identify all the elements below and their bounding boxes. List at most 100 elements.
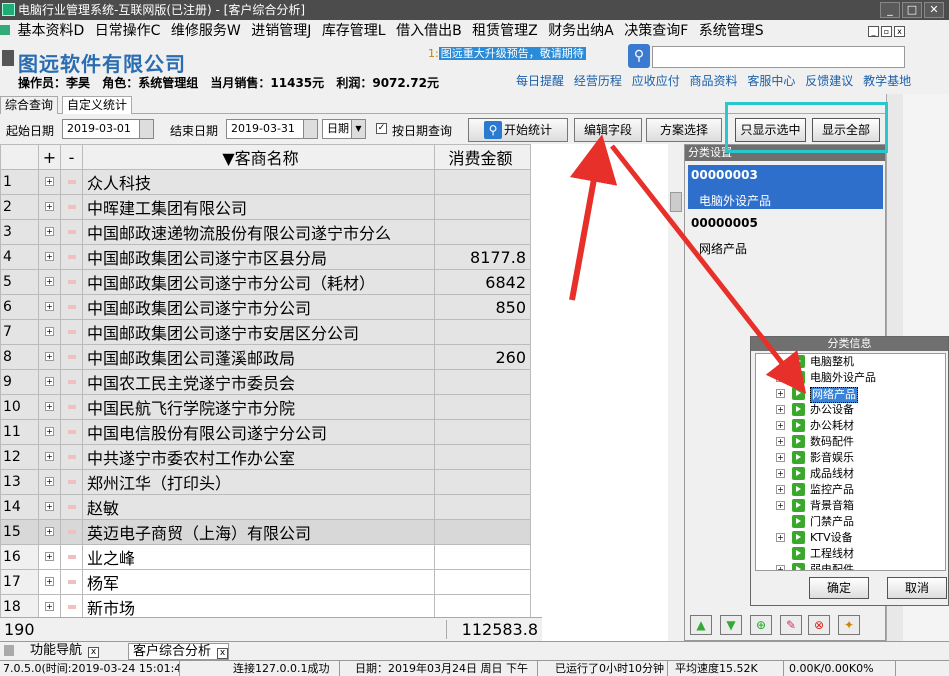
table-row[interactable]: 6 + 中国邮政集团公司遂宁市分公司 850 [0, 294, 531, 320]
row-number[interactable]: 14 [0, 494, 39, 520]
expand-icon[interactable]: + [776, 501, 785, 510]
table-row[interactable]: 17 + 杨军 [0, 569, 531, 595]
expand-icon[interactable]: + [45, 327, 54, 336]
expand-cell[interactable]: + [38, 594, 61, 620]
customer-name[interactable]: 中国邮政速递物流股份有限公司遂宁市分么 [82, 219, 435, 245]
collapse-icon[interactable] [67, 355, 76, 359]
collapse-icon[interactable] [67, 205, 76, 209]
expand-cell[interactable]: + [38, 369, 61, 395]
expand-icon[interactable]: + [45, 427, 54, 436]
grid-scrollbar[interactable] [668, 144, 684, 641]
delete-icon[interactable]: ⊗ [808, 615, 830, 635]
expand-cell[interactable]: + [38, 344, 61, 370]
collapse-cell[interactable] [60, 319, 83, 345]
row-number[interactable]: 3 [0, 219, 39, 245]
link-feedback[interactable]: 反馈建议 [805, 74, 853, 88]
row-number[interactable]: 4 [0, 244, 39, 270]
scroll-thumb[interactable] [670, 192, 682, 212]
start-date-field[interactable]: 2019-03-01 [62, 119, 154, 139]
edit-fields-button[interactable]: 编辑字段 [574, 118, 642, 142]
start-stats-button[interactable]: ⚲ 开始统计 [468, 118, 568, 142]
category-item[interactable]: 00000005 网络产品 [688, 213, 883, 257]
table-row[interactable]: 15 + 英迈电子商贸（上海）有限公司 [0, 519, 531, 545]
table-row[interactable]: 14 + 赵敏 [0, 494, 531, 520]
end-date-field[interactable]: 2019-03-31 [226, 119, 318, 139]
expand-cell[interactable]: + [38, 569, 61, 595]
collapse-icon[interactable] [67, 405, 76, 409]
collapse-cell[interactable] [60, 419, 83, 445]
collapse-cell[interactable] [60, 544, 83, 570]
collapse-icon[interactable] [67, 230, 76, 234]
customer-name-header[interactable]: ▼客商名称 [82, 144, 435, 170]
link-daily-reminder[interactable]: 每日提醒 [516, 74, 564, 88]
collapse-icon[interactable] [67, 330, 76, 334]
expand-icon[interactable]: + [45, 377, 54, 386]
expand-icon[interactable]: + [45, 352, 54, 361]
table-row[interactable]: 7 + 中国邮政集团公司遂宁市安居区分公司 [0, 319, 531, 345]
collapse-cell[interactable] [60, 444, 83, 470]
collapse-cell[interactable] [60, 469, 83, 495]
row-number[interactable]: 5 [0, 269, 39, 295]
settings-icon[interactable]: ✦ [838, 615, 860, 635]
customer-name[interactable]: 新市场 [82, 594, 435, 620]
table-row[interactable]: 8 + 中国邮政集团公司蓬溪邮政局 260 [0, 344, 531, 370]
collapse-column-header[interactable]: - [60, 144, 83, 170]
table-row[interactable]: 10 + 中国民航飞行学院遂宁市分院 [0, 394, 531, 420]
expand-icon[interactable]: + [45, 502, 54, 511]
expand-cell[interactable]: + [38, 419, 61, 445]
expand-icon[interactable]: + [45, 252, 54, 261]
expand-icon[interactable]: + [45, 302, 54, 311]
collapse-cell[interactable] [60, 369, 83, 395]
menu-inventory[interactable]: 库存管理L [322, 20, 386, 42]
row-number[interactable]: 12 [0, 444, 39, 470]
table-row[interactable]: 1 + 众人科技 [0, 169, 531, 195]
customer-name[interactable]: 中国邮政集团公司遂宁市安居区分公司 [82, 319, 435, 345]
expand-cell[interactable]: + [38, 394, 61, 420]
expand-icon[interactable]: + [776, 565, 785, 570]
close-button[interactable]: ✕ [924, 2, 944, 18]
row-number[interactable]: 8 [0, 344, 39, 370]
collapse-cell[interactable] [60, 494, 83, 520]
customer-name[interactable]: 众人科技 [82, 169, 435, 195]
row-number[interactable]: 10 [0, 394, 39, 420]
move-up-icon[interactable]: ▲ [690, 615, 712, 635]
expand-icon[interactable]: + [776, 437, 785, 446]
expand-icon[interactable]: + [45, 277, 54, 286]
close-icon[interactable]: x [88, 647, 100, 658]
search-icon[interactable]: ⚲ [628, 44, 650, 68]
collapse-icon[interactable] [67, 305, 76, 309]
row-number[interactable]: 18 [0, 594, 39, 620]
row-number[interactable]: 13 [0, 469, 39, 495]
expand-cell[interactable]: + [38, 269, 61, 295]
collapse-icon[interactable] [67, 530, 76, 534]
table-row[interactable]: 12 + 中共遂宁市委农村工作办公室 [0, 444, 531, 470]
expand-icon[interactable]: + [776, 533, 785, 542]
expand-icon[interactable]: + [45, 527, 54, 536]
link-history[interactable]: 经营历程 [574, 74, 622, 88]
customer-name[interactable]: 中国邮政集团公司蓬溪邮政局 [82, 344, 435, 370]
collapse-icon[interactable] [67, 555, 76, 559]
menu-basic[interactable]: 基本资料D [17, 20, 84, 42]
cancel-button[interactable]: 取消 [887, 577, 947, 599]
expand-icon[interactable]: + [776, 389, 785, 398]
customer-name[interactable]: 中国民航飞行学院遂宁市分院 [82, 394, 435, 420]
table-row[interactable]: 16 + 业之峰 [0, 544, 531, 570]
edit-icon[interactable]: ✎ [780, 615, 802, 635]
expand-cell[interactable]: + [38, 544, 61, 570]
expand-cell[interactable]: + [38, 194, 61, 220]
row-number[interactable]: 17 [0, 569, 39, 595]
customer-name[interactable]: 郑州江华（打印头） [82, 469, 435, 495]
row-number[interactable]: 2 [0, 194, 39, 220]
mdi-minimize-icon[interactable]: _ [868, 26, 879, 37]
expand-icon[interactable]: + [776, 485, 785, 494]
collapse-cell[interactable] [60, 344, 83, 370]
table-row[interactable]: 4 + 中国邮政集团公司遂宁市区县分局 8177.8 [0, 244, 531, 270]
calendar-icon[interactable] [139, 120, 153, 138]
menu-borrow[interactable]: 借入借出B [396, 20, 462, 42]
expand-cell[interactable]: + [38, 294, 61, 320]
customer-name[interactable]: 中国邮政集团公司遂宁市分公司 [82, 294, 435, 320]
collapse-cell[interactable] [60, 519, 83, 545]
mdi-restore-icon[interactable]: ▫ [881, 26, 892, 37]
tab-customer-analysis[interactable]: 客户综合分析 x [128, 643, 230, 660]
expand-cell[interactable]: + [38, 469, 61, 495]
